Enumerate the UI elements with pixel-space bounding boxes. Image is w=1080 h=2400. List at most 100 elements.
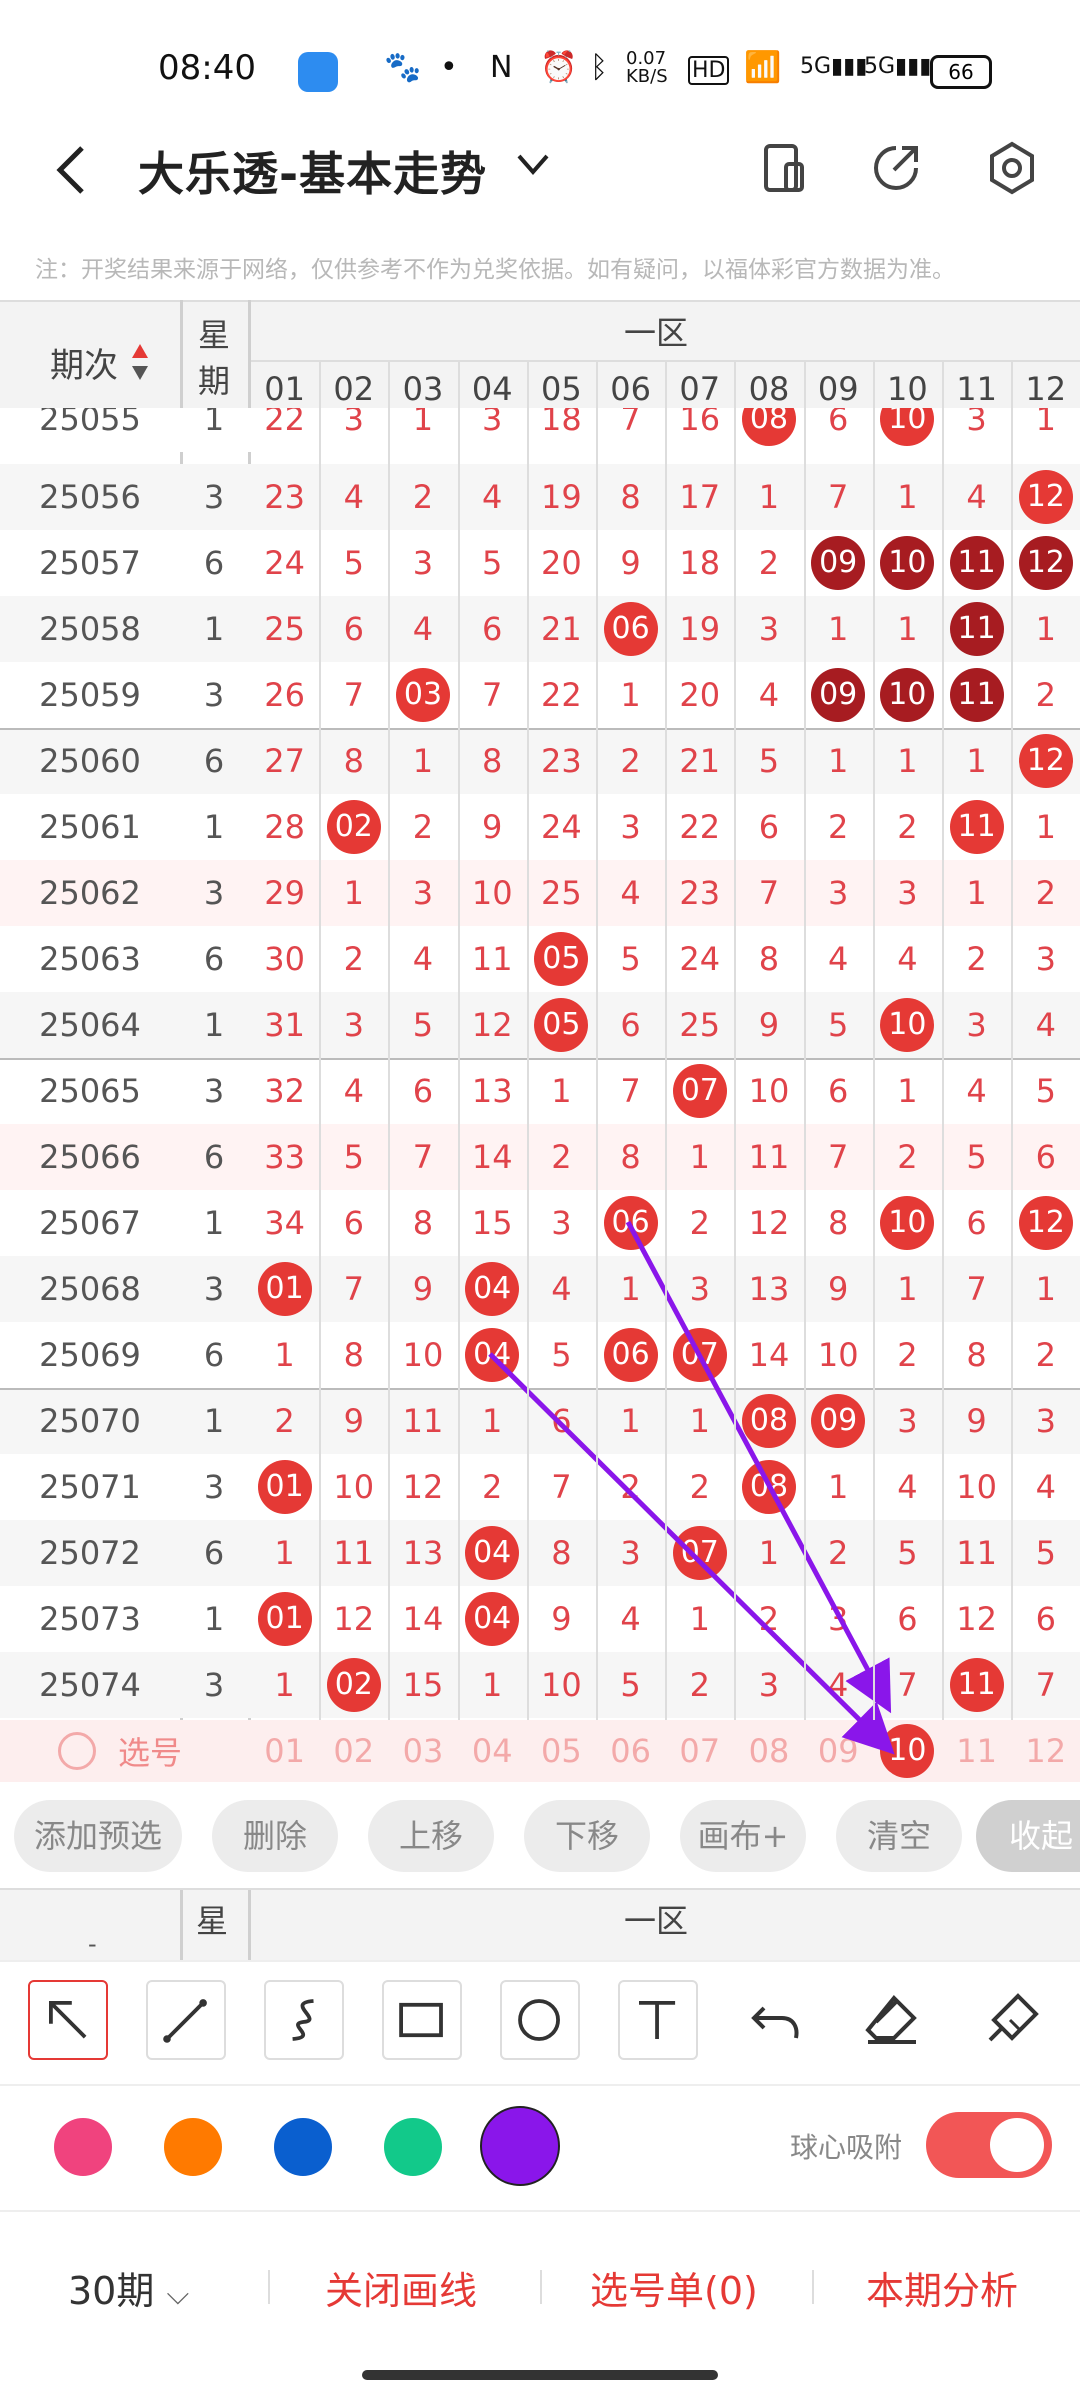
select-number[interactable]: 06 [596,1720,665,1782]
select-number[interactable]: 05 [527,1720,596,1782]
week-cell: 1 [203,1402,225,1440]
winning-ball[interactable]: 10 [880,998,935,1052]
circle-icon[interactable] [500,1980,580,2060]
winning-ball[interactable]: 04 [465,1328,520,1382]
week-cell: 6 [203,1534,225,1572]
select-number[interactable]: 12 [1011,1720,1080,1782]
winning-ball[interactable]: 11 [949,602,1004,656]
select-number[interactable]: 03 [388,1720,457,1782]
sort-icon[interactable] [130,342,150,382]
winning-ball[interactable]: 05 [534,998,589,1052]
winning-ball[interactable]: 04 [465,1262,520,1316]
delete-button[interactable]: 删除 [212,1800,338,1872]
winning-ball[interactable]: 08 [741,1460,796,1514]
winning-ball[interactable]: 10 [880,668,935,722]
winning-ball[interactable]: 02 [326,800,381,854]
miss-count-cell: 5 [343,1138,364,1176]
issue-cell: 25062 [39,874,141,912]
select-number[interactable]: 11 [942,1720,1011,1782]
winning-ball[interactable]: 05 [534,932,589,986]
move-down-button[interactable]: 下移 [524,1800,650,1872]
winning-ball[interactable]: 10 [880,536,935,590]
winning-ball[interactable]: 12 [1018,734,1073,788]
miss-count-cell: 24 [679,940,721,978]
color-pink[interactable] [54,2118,112,2176]
chevron-down-icon[interactable] [515,150,551,180]
winning-ball[interactable]: 12 [1018,470,1073,524]
winning-ball[interactable]: 11 [949,536,1004,590]
miss-count-cell: 1 [828,1468,849,1506]
select-number[interactable]: 04 [458,1720,527,1782]
share-icon[interactable] [868,140,924,196]
week-cell: 1 [203,408,225,438]
winning-ball[interactable]: 06 [603,1328,658,1382]
add-preselect-button[interactable]: 添加预选 [14,1800,182,1872]
number-header: 08 [748,370,790,408]
rectangle-icon[interactable] [382,1980,462,2060]
select-number[interactable]: 01 [250,1720,319,1782]
winning-ball[interactable]: 01 [257,1592,312,1646]
text-icon[interactable] [618,1980,698,2060]
winning-ball[interactable]: 06 [603,1196,658,1250]
winning-ball[interactable]: 08 [741,408,796,446]
line-icon[interactable] [146,1980,226,2060]
winning-ball[interactable]: 11 [949,668,1004,722]
home-indicator [362,2370,718,2380]
winning-ball[interactable]: 07 [672,1328,727,1382]
clear-button[interactable]: 清空 [836,1800,962,1872]
winning-ball[interactable]: 10 [880,1196,935,1250]
winning-ball[interactable]: 09 [811,668,866,722]
winning-ball[interactable]: 02 [326,1658,381,1712]
select-number[interactable]: 10 [873,1720,942,1782]
winning-ball[interactable]: 07 [672,1526,727,1580]
undo-icon[interactable] [736,1980,816,2060]
winning-ball[interactable]: 12 [1018,536,1073,590]
select-number[interactable]: 07 [665,1720,734,1782]
snap-toggle[interactable] [926,2112,1052,2178]
select-radio[interactable] [58,1732,96,1770]
eraser-icon[interactable] [854,1980,934,2060]
miss-count-cell: 9 [620,544,641,582]
winning-ball[interactable]: 01 [257,1460,312,1514]
select-number[interactable]: 08 [734,1720,803,1782]
winning-ball[interactable]: 04 [465,1526,520,1580]
issue-cell: 25068 [39,1270,141,1308]
pick-list-button[interactable]: 选号单(0) [590,2260,758,2315]
clear-brush-icon[interactable] [972,1980,1052,2060]
color-purple-selected[interactable] [480,2106,560,2186]
number-header: 06 [610,370,651,408]
number-header: 07 [679,370,721,408]
winning-ball[interactable]: 04 [465,1592,520,1646]
canvas-add-button[interactable]: 画布+ [680,1800,806,1872]
winning-ball[interactable]: 09 [811,1394,866,1448]
winning-ball[interactable]: 10 [880,408,935,446]
close-drawing-button[interactable]: 关闭画线 [325,2260,477,2315]
winning-ball[interactable]: 08 [741,1394,796,1448]
period-analysis-button[interactable]: 本期分析 [866,2260,1018,2315]
collapse-button[interactable]: 收起 [976,1800,1080,1872]
winning-ball[interactable]: 07 [672,1064,727,1118]
selected-number-ball[interactable]: 10 [880,1724,935,1778]
winning-ball[interactable]: 11 [949,1658,1004,1712]
col-issue-header[interactable]: 期次 [50,338,118,387]
select-number[interactable]: 02 [319,1720,388,1782]
select-arrow-icon[interactable] [28,1980,108,2060]
page-title[interactable]: 大乐透-基本走势 [138,138,487,204]
winning-ball[interactable]: 03 [395,668,450,722]
select-number[interactable]: 09 [804,1720,873,1782]
miss-count-cell: 1 [412,408,434,438]
color-orange[interactable] [164,2118,222,2176]
color-blue[interactable] [274,2118,332,2176]
color-green[interactable] [384,2118,442,2176]
winning-ball[interactable]: 01 [257,1262,312,1316]
winning-ball[interactable]: 06 [603,602,658,656]
winning-ball[interactable]: 11 [949,800,1004,854]
back-icon[interactable] [52,140,92,200]
device-icon[interactable] [756,140,812,196]
settings-icon[interactable] [984,140,1040,196]
winning-ball[interactable]: 12 [1018,1196,1073,1250]
move-up-button[interactable]: 上移 [368,1800,494,1872]
period-select[interactable]: 30期 ⌵ [68,2260,189,2315]
winning-ball[interactable]: 09 [811,536,866,590]
curve-icon[interactable] [264,1980,344,2060]
